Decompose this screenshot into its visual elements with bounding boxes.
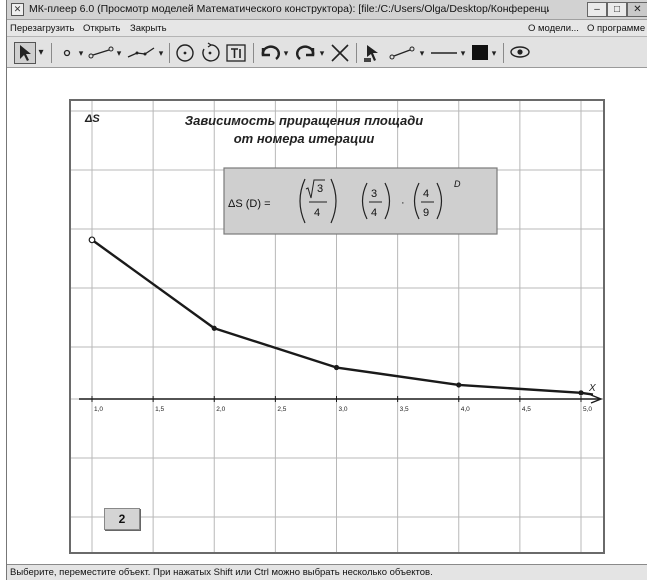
redo-icon[interactable] — [294, 42, 318, 64]
line-width-icon[interactable] — [429, 42, 459, 64]
line-style-icon[interactable] — [388, 42, 418, 64]
formula-frac2-den: 4 — [371, 207, 377, 219]
segment-icon[interactable] — [87, 42, 115, 64]
pointer-dropdown-icon[interactable]: ▾ — [36, 42, 46, 64]
chart-title-line-1: Зависимость приращения площади — [185, 113, 424, 128]
workspace: ΔS Зависимость приращения площади от ном… — [7, 68, 647, 564]
chart-title-line-2: от номера итерации — [234, 131, 375, 146]
status-bar: Выберите, переместите объект. При нажаты… — [7, 564, 647, 580]
x-tick-label: 1,0 — [94, 406, 103, 413]
color-dropdown-icon[interactable]: ▾ — [490, 42, 498, 64]
line-width-dropdown-icon[interactable]: ▾ — [459, 42, 467, 64]
undo-icon[interactable] — [258, 42, 282, 64]
hand-icon[interactable] — [361, 42, 383, 64]
menu-open[interactable]: Открыть — [83, 23, 120, 34]
app-window: ✕ МК-плеер 6.0 (Просмотр моделей Математ… — [6, 0, 647, 580]
formula-frac3-den: 9 — [423, 207, 429, 219]
x-axis-label: X — [588, 383, 596, 394]
x-tick-label: 4,0 — [461, 406, 470, 413]
circle-icon[interactable] — [174, 42, 196, 64]
x-tick-label: 3,0 — [339, 406, 348, 413]
formula-lhs: ΔS (D) = — [228, 198, 271, 210]
formula-dot: · — [401, 197, 405, 209]
y-axis-label: ΔS — [84, 113, 100, 125]
point-dropdown-icon[interactable]: ▾ — [77, 42, 85, 64]
color-icon[interactable] — [470, 42, 490, 64]
view-icon[interactable] — [509, 42, 531, 64]
menu-bar: Перезагрузить Открыть Закрыть О модели..… — [7, 20, 647, 37]
drawing-canvas[interactable]: ΔS Зависимость приращения площади от ном… — [69, 99, 605, 554]
segment-dropdown-icon[interactable]: ▾ — [115, 42, 123, 64]
x-tick-label: 5,0 — [583, 406, 592, 413]
title-bar: ✕ МК-плеер 6.0 (Просмотр моделей Математ… — [7, 0, 647, 20]
data-point[interactable] — [578, 390, 584, 396]
menu-about-model[interactable]: О модели... — [528, 23, 579, 34]
chart-series — [88, 236, 594, 396]
formula-frac3-num: 4 — [423, 188, 429, 200]
menu-reload[interactable]: Перезагрузить — [10, 23, 74, 34]
toolbar: ▾ ▾ ▾ ▾ ▾ ▾ ▾ ▾ ▾ — [7, 37, 647, 68]
series-line — [91, 238, 594, 396]
polyline-dropdown-icon[interactable]: ▾ — [157, 42, 165, 64]
formula-frac2-num: 3 — [371, 188, 377, 200]
app-icon: ✕ — [11, 3, 24, 16]
formula-frac1-den: 4 — [314, 207, 320, 219]
chart-svg: ΔS Зависимость приращения площади от ном… — [71, 101, 603, 552]
undo-dropdown-icon[interactable]: ▾ — [282, 42, 290, 64]
pointer-icon[interactable] — [14, 42, 36, 64]
polyline-icon[interactable] — [125, 42, 157, 64]
window-title: МК-плеер 6.0 (Просмотр моделей Математич… — [29, 3, 549, 15]
data-point[interactable] — [333, 364, 340, 371]
redo-dropdown-icon[interactable]: ▾ — [318, 42, 326, 64]
data-point[interactable] — [88, 236, 96, 244]
line-style-dropdown-icon[interactable]: ▾ — [418, 42, 426, 64]
chart-axes: 1,0 1,5 2,0 2,5 3,0 3,5 4,0 4,5 5,0 — [79, 394, 603, 413]
x-tick-label: 2,0 — [216, 406, 225, 413]
x-tick-label: 1,5 — [155, 406, 164, 413]
close-icon[interactable]: ✕ — [627, 2, 647, 17]
delete-icon[interactable] — [329, 42, 351, 64]
menu-close[interactable]: Закрыть — [130, 23, 167, 34]
data-point[interactable] — [211, 325, 217, 331]
x-tick-label: 3,5 — [400, 406, 409, 413]
formula-sqrt-arg: 3 — [317, 183, 323, 195]
rotate-icon[interactable] — [199, 42, 221, 64]
minimize-icon[interactable]: – — [587, 2, 607, 17]
text-icon[interactable] — [225, 42, 247, 64]
x-tick-label: 4,5 — [522, 406, 531, 413]
point-icon[interactable] — [57, 42, 77, 64]
data-point[interactable] — [456, 382, 462, 388]
menu-about-program[interactable]: О программе — [587, 23, 645, 34]
status-text: Выберите, переместите объект. При нажаты… — [10, 567, 433, 578]
maximize-icon[interactable]: □ — [607, 2, 627, 17]
iteration-counter[interactable]: 2 — [104, 508, 140, 530]
formula-box[interactable]: ΔS (D) = 3 4 3 4 · 4 9 D — [223, 167, 498, 235]
x-tick-label: 2,5 — [277, 406, 286, 413]
formula-exponent: D — [454, 179, 461, 189]
